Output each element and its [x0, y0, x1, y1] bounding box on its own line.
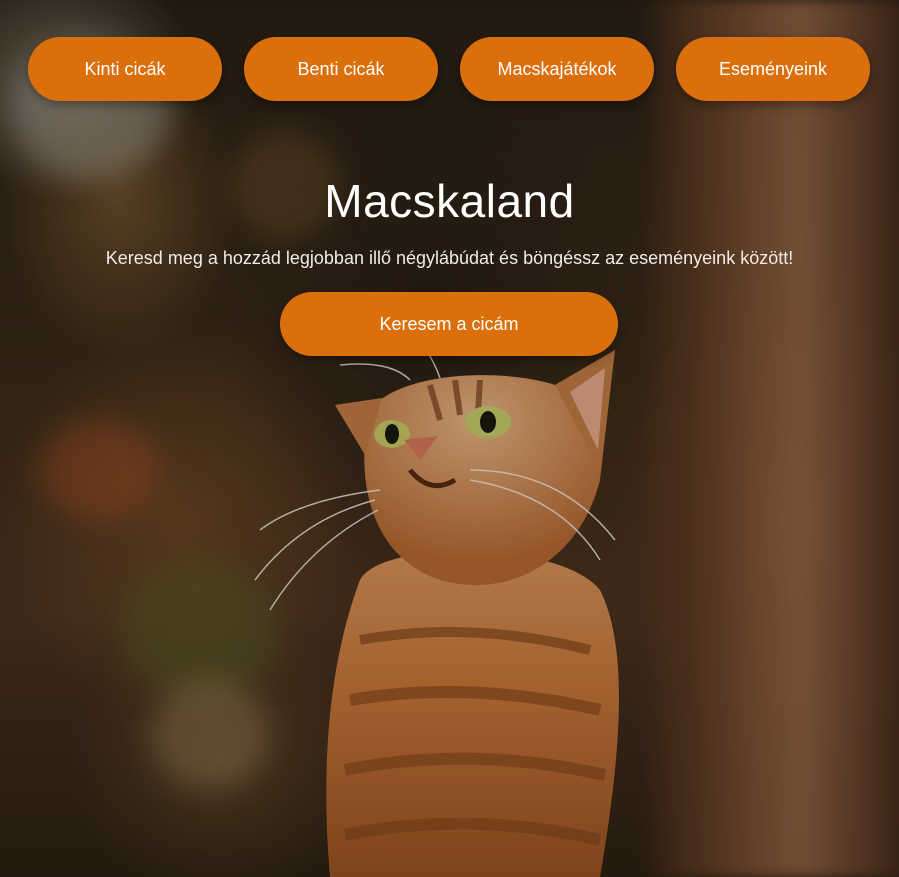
hero-subtitle: Keresd meg a hozzád legjobban illő négyl…	[105, 248, 794, 268]
search-cat-button[interactable]: Keresem a cicám	[280, 292, 618, 356]
nav-button-macskajatekok[interactable]: Macskajátékok	[460, 37, 654, 101]
hero-overlay	[0, 0, 899, 877]
top-navigation: Kinti cicák Benti cicák Macskajátékok Es…	[28, 37, 870, 101]
nav-button-esemenyeink[interactable]: Eseményeink	[676, 37, 870, 101]
hero-section: Kinti cicák Benti cicák Macskajátékok Es…	[0, 0, 899, 877]
page-title: Macskaland	[324, 175, 575, 227]
nav-button-benti-cicak[interactable]: Benti cicák	[244, 37, 438, 101]
nav-button-kinti-cicak[interactable]: Kinti cicák	[28, 37, 222, 101]
